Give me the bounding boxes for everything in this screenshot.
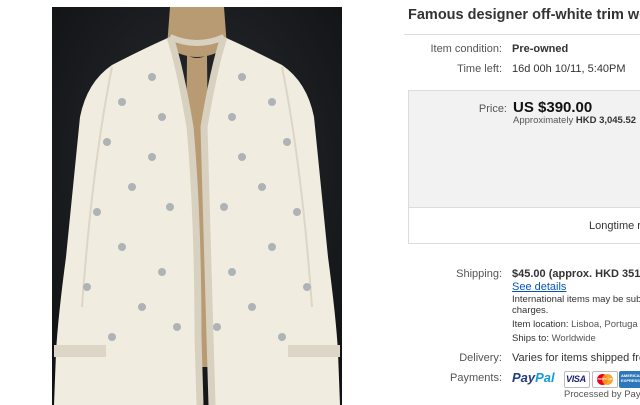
mastercard-icon: MasterCard [592, 371, 618, 388]
paypal-pal: Pal [535, 370, 555, 385]
item-photo[interactable] [52, 7, 342, 405]
processed-by: Processed by Pay [564, 389, 640, 400]
item-info-panel: Famous designer off-white trim wo Item c… [404, 0, 640, 405]
price-label: Price: [478, 103, 507, 115]
time-left-value: 16d 00h 10/11, 5:40PM [512, 63, 626, 75]
title-divider [404, 34, 640, 35]
shipping-value: $45.00 (approx. HKD 351.4 [512, 268, 640, 280]
delivery-value: Varies for items shipped from [512, 352, 640, 364]
price-box: Price: US $390.00 Approximately HKD 3,04… [408, 90, 640, 244]
time-left-label: Time left: [457, 63, 502, 75]
intl-note-line1: International items may be sub [512, 294, 640, 305]
condition-label: Item condition: [430, 43, 502, 55]
ships-value: Worldwide [551, 333, 596, 344]
approx-prefix: Approximately [513, 115, 574, 126]
paypal-pay: Pay [512, 370, 536, 385]
payments-label: Payments: [450, 372, 502, 384]
paypal-logo: PayPal [512, 370, 555, 385]
location-value: Lisboa, Portuga [571, 319, 638, 330]
long-time-text: Longtime r [589, 220, 640, 232]
item-location: Item location: Lisboa, Portuga [512, 319, 638, 330]
price-value: US $390.00 [513, 99, 593, 116]
delivery-label: Delivery: [459, 352, 502, 364]
jacket-image [52, 7, 342, 405]
amex-icon: AMERICAN EXPRESS [619, 371, 640, 388]
listing-photo-panel [0, 0, 394, 405]
intl-note-line2: charges. [512, 305, 549, 316]
see-details-link[interactable]: See details [512, 281, 566, 293]
visa-icon: VISA [564, 371, 590, 388]
ships-label: Ships to: [512, 333, 549, 344]
shipping-label: Shipping: [456, 268, 502, 280]
ships-to: Ships to: Worldwide [512, 333, 596, 344]
approx-value: HKD 3,045.52 [575, 115, 637, 126]
long-time-row[interactable]: Longtime r [409, 207, 640, 243]
listing-title: Famous designer off-white trim wo [408, 7, 640, 23]
condition-value: Pre-owned [512, 43, 569, 55]
price-approx: Approximately HKD 3,045.52 [513, 115, 636, 126]
location-label: Item location: [512, 319, 569, 330]
